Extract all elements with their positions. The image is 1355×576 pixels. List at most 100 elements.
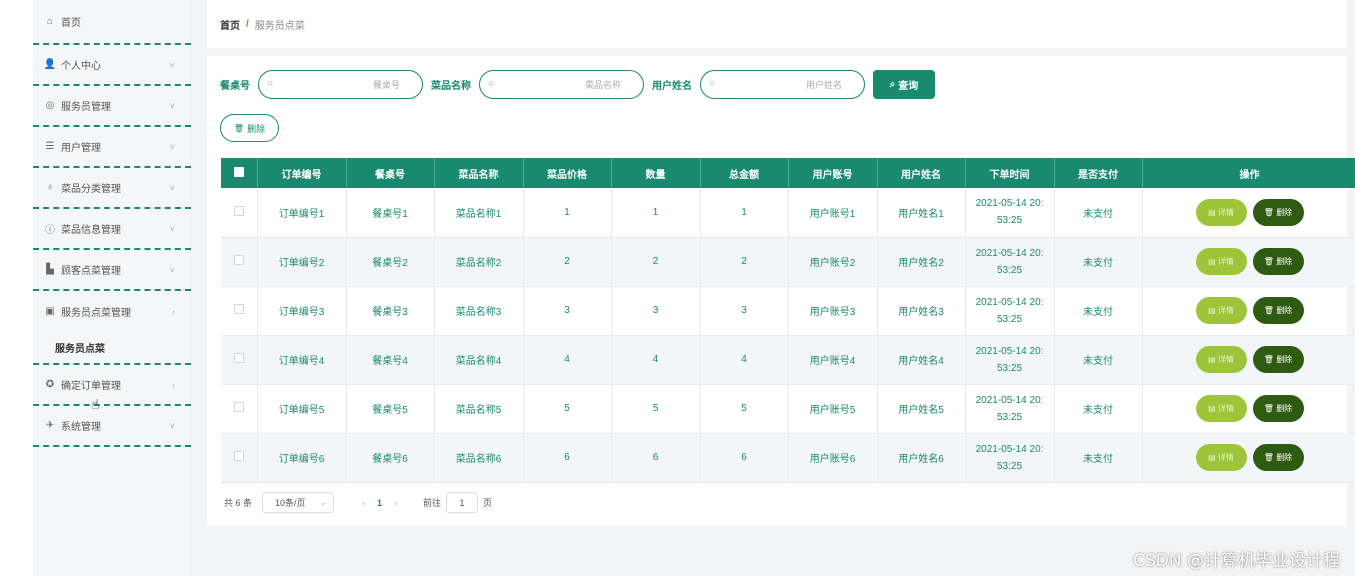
table-header: 订单编号 餐桌号 菜品名称 菜品价格 数量 总金额 用户账号 用户姓名 下单时间… — [221, 158, 1355, 188]
table-row: 订单编号6 餐桌号6 菜品名称6 6 6 6 用户账号6 用户姓名6 2021-05-14 20… — [221, 433, 1355, 483]
sidebar-item-label: 顾客点菜管理 — [61, 266, 121, 277]
sidebar-item-customer-order[interactable]: ▙ 顾客点菜管理 ˅ — [33, 250, 191, 291]
breadcrumb-home[interactable]: 首页 — [220, 17, 240, 32]
time-clock: 53:25 — [996, 411, 1023, 423]
detail-button-label: 详情 — [1217, 306, 1234, 315]
row-delete-button[interactable]: 🗑 删除 — [1252, 395, 1304, 422]
sidebar-item-personal-center[interactable]: 👤 个人中心 ˅ — [33, 45, 191, 86]
goto-page-input[interactable]: 1 — [446, 492, 479, 513]
cell-price: 6 — [523, 433, 612, 483]
table-no-input[interactable] — [259, 71, 422, 98]
row-delete-button[interactable]: 🗑 删除 — [1252, 198, 1304, 226]
sidebar-subitem-waiter-order[interactable]: 服务员点菜 — [33, 332, 191, 365]
row-checkbox[interactable] — [221, 286, 258, 336]
sidebar-item-label: 确定订单管理 — [61, 381, 121, 392]
table-row: 订单编号1 餐桌号1 菜品名称1 1 1 1 用户账号1 用户姓名1 2021-05-14 20… — [221, 188, 1355, 238]
row-delete-button[interactable]: 🗑 删除 — [1252, 444, 1304, 471]
goto-label: 前往 — [423, 498, 442, 508]
detail-button[interactable]: ▤ 详情 — [1195, 248, 1247, 275]
page-size-select[interactable]: 10条/页 ⌄ — [262, 492, 335, 513]
sidebar-item-dish-category[interactable]: ♁ 菜品分类管理 ˅ — [33, 168, 191, 209]
detail-button[interactable]: ▤ 详情 — [1195, 346, 1247, 373]
chevron-down-icon: ˅ — [169, 100, 175, 111]
home-icon: ⌂ — [46, 16, 54, 27]
detail-button[interactable]: ▤ 详情 — [1195, 395, 1247, 422]
cell-total: 2 — [700, 237, 789, 287]
case-icon: ▣ — [45, 306, 55, 317]
sidebar-item-label: 首页 — [61, 18, 81, 29]
batch-delete-button[interactable]: 🗑 删除 — [220, 114, 279, 142]
cell-name: 用户姓名5 — [877, 384, 966, 434]
page-suffix: 页 — [483, 498, 493, 508]
detail-button-label: 详情 — [1217, 257, 1234, 266]
dish-name-field[interactable]: ○ — [479, 70, 644, 99]
cell-account: 用户账号6 — [788, 433, 878, 483]
cell-qty: 2 — [611, 237, 701, 287]
sidebar-item-label: 用户管理 — [61, 143, 101, 154]
row-delete-label: 删除 — [1276, 453, 1293, 462]
col-header-quantity: 数量 — [611, 158, 701, 188]
cell-paid: 未支付 — [1054, 384, 1143, 434]
cell-qty: 1 — [611, 188, 701, 238]
trash-icon: 🗑 — [233, 123, 245, 133]
doc-icon: ▤ — [1208, 453, 1216, 462]
bulb-icon: ⓘ — [45, 225, 55, 236]
cell-table: 餐桌号5 — [346, 384, 435, 434]
user-name-field[interactable]: ○ — [700, 70, 865, 99]
cell-total: 6 — [700, 433, 789, 483]
sidebar-item-user-management[interactable]: ☰ 用户管理 ˅ — [33, 127, 191, 168]
next-page-button[interactable]: › — [394, 498, 397, 508]
sidebar-item-dish-info[interactable]: ⓘ 菜品信息管理 ˅ — [33, 209, 191, 250]
table-no-field[interactable]: ○ — [258, 70, 423, 99]
cell-order: 订单编号4 — [257, 335, 347, 385]
doc-icon: ▤ — [1208, 257, 1216, 266]
detail-button[interactable]: ▤ 详情 — [1195, 198, 1247, 226]
cell-name: 用户姓名2 — [877, 237, 966, 287]
dish-name-input[interactable] — [480, 71, 643, 98]
cell-order: 订单编号5 — [257, 384, 347, 434]
row-checkbox[interactable] — [221, 384, 258, 434]
trash-icon: 🗑 — [1263, 306, 1274, 315]
trash-icon: 🗑 — [1263, 207, 1274, 217]
cell-dish: 菜品名称5 — [434, 384, 524, 434]
cell-qty: 5 — [611, 384, 701, 434]
query-button-label: 查询 — [898, 81, 919, 92]
cell-total: 4 — [700, 335, 789, 385]
page-number[interactable]: 1 — [377, 498, 382, 508]
user-name-input[interactable] — [701, 71, 864, 98]
cell-order-time: 2021-05-14 20: 53:25 — [965, 384, 1055, 434]
row-checkbox[interactable] — [221, 335, 258, 385]
row-checkbox[interactable] — [221, 237, 258, 287]
select-all-checkbox[interactable] — [221, 158, 258, 188]
detail-button[interactable]: ▤ 详情 — [1195, 444, 1247, 471]
col-header-order-no: 订单编号 — [257, 158, 347, 188]
row-delete-button[interactable]: 🗑 删除 — [1252, 346, 1304, 373]
time-clock: 53:25 — [996, 313, 1023, 325]
row-delete-button[interactable]: 🗑 删除 — [1252, 248, 1304, 275]
sidebar-item-label: 系统管理 — [61, 422, 101, 433]
time-date: 2021-05-14 20: — [975, 345, 1044, 357]
chevron-down-icon: ˅ — [169, 182, 175, 193]
row-checkbox[interactable] — [221, 188, 258, 238]
cell-actions: ▤ 详情 🗑 删除 — [1142, 237, 1355, 287]
content-panel: 餐桌号 ○ 菜品名称 ○ 用户姓名 ○ ⌕ 查询 🗑 删除 — [207, 56, 1355, 526]
sidebar-item-waiter-management[interactable]: ◎ 服务员管理 ˅ — [33, 86, 191, 127]
sidebar-item-confirm-order[interactable]: ✪ 确定订单管理 ‹ — [33, 365, 191, 406]
prev-page-button[interactable]: ‹ — [362, 498, 365, 508]
sidebar-item-home[interactable]: ⌂ 首页 — [33, 0, 191, 45]
cell-table: 餐桌号2 — [346, 237, 435, 287]
table-row: 订单编号3 餐桌号3 菜品名称3 3 3 3 用户账号3 用户姓名3 2021-05-14 20… — [221, 286, 1355, 336]
sidebar-item-system[interactable]: ✈ 系统管理 ˅ — [33, 406, 191, 447]
page-size-value: 10条/页 — [275, 498, 306, 508]
total-count: 共 6 条 — [224, 498, 253, 508]
search-icon: ⌕ — [889, 79, 896, 90]
col-header-dish-name: 菜品名称 — [434, 158, 524, 188]
query-button[interactable]: ⌕ 查询 — [873, 70, 935, 99]
sidebar-item-waiter-order[interactable]: ▣ 服务员点菜管理 ‹ — [33, 291, 191, 332]
row-delete-button[interactable]: 🗑 删除 — [1252, 297, 1304, 324]
cell-order: 订单编号3 — [257, 286, 347, 336]
row-checkbox[interactable] — [221, 433, 258, 483]
cell-account: 用户账号1 — [788, 188, 878, 238]
detail-button[interactable]: ▤ 详情 — [1195, 297, 1247, 324]
time-date: 2021-05-14 20: — [975, 198, 1044, 210]
